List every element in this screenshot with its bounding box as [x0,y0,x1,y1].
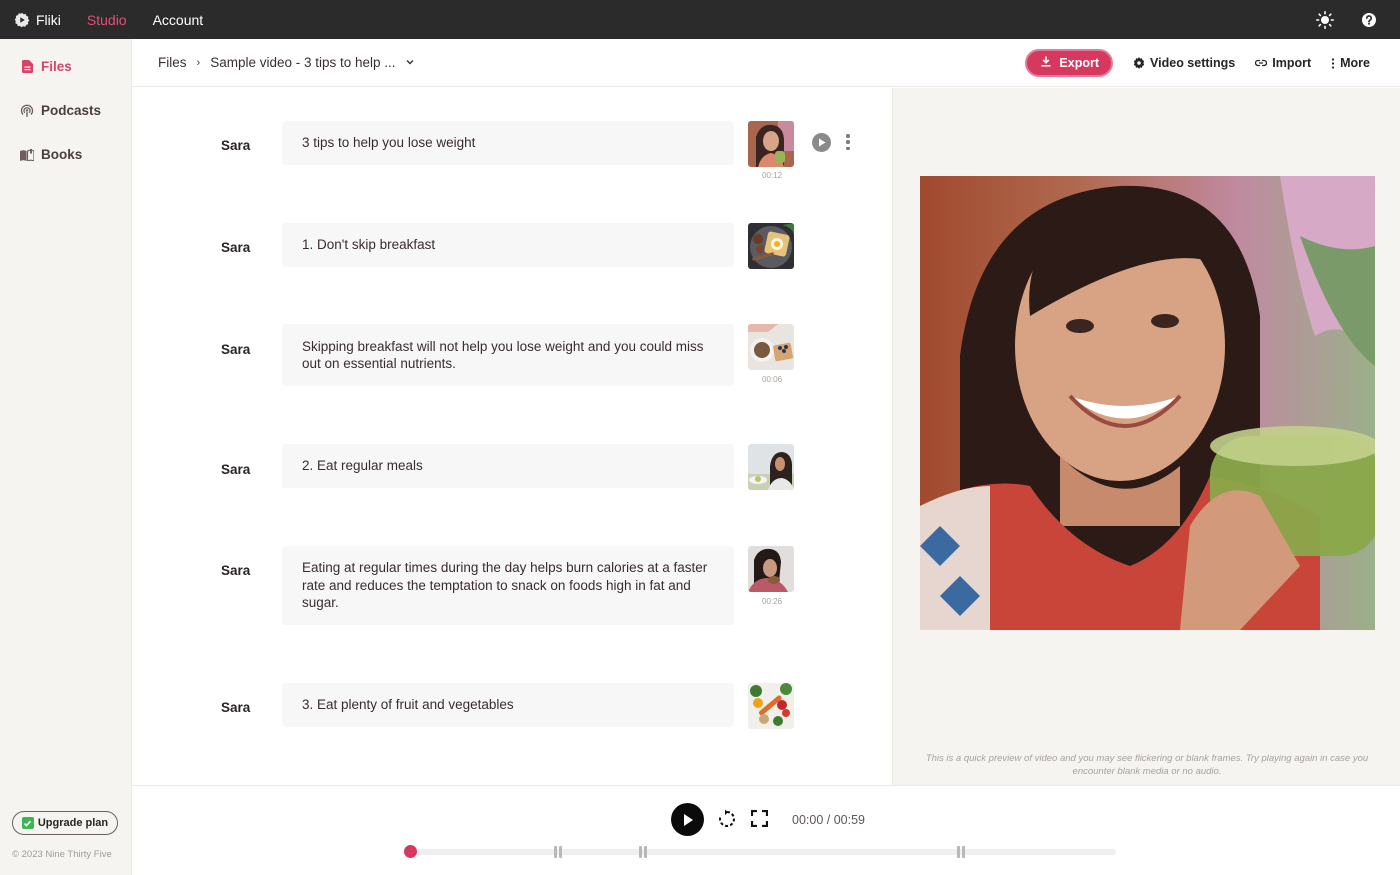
scene-media-thumbnail[interactable] [748,223,794,269]
upgrade-plan-button[interactable]: Upgrade plan [12,811,118,835]
scene-duration: 00:06 [762,375,783,384]
app-name: Fliki [36,11,61,28]
replay-button[interactable] [717,809,737,829]
upgrade-plan-label: Upgrade plan [37,817,109,829]
top-navbar: Fliki Studio Account [0,0,1400,39]
scene-media-thumbnail[interactable] [748,324,794,370]
play-icon [683,813,693,826]
playback-time: 00:00 / 00:59 [792,813,865,827]
scene-more-button[interactable] [844,134,852,150]
chevron-down-icon[interactable] [406,57,414,68]
scene-duration: 00:12 [762,171,783,180]
import-label: Import [1272,56,1312,70]
breadcrumb: Files › Sample video - 3 tips to help ..… [158,55,414,70]
timeline-track[interactable] [404,845,1116,858]
podcast-icon [20,104,34,118]
fullscreen-button[interactable] [750,809,769,828]
scene-text-input[interactable]: Eating at regular times during the day h… [282,546,734,625]
scene-duration: 00:26 [762,597,783,606]
speaker-label[interactable]: Sara [221,240,250,255]
editor-toolbar: Files › Sample video - 3 tips to help ..… [132,39,1400,87]
video-preview-pane: This is a quick preview of video and you… [892,88,1400,785]
video-settings-label: Video settings [1150,56,1236,70]
gear-icon [1133,57,1145,69]
fliki-logo-icon [14,12,30,27]
scene-text-input[interactable]: Skipping breakfast will not help you los… [282,324,734,386]
scene-marker[interactable] [554,846,563,858]
speaker-label[interactable]: Sara [221,462,250,477]
check-icon [21,817,34,829]
speaker-label[interactable]: Sara [221,138,250,153]
scene-marker[interactable] [638,846,647,858]
scene-text-input[interactable]: 2. Eat regular meals [282,444,734,488]
player-controls: 00:00 / 00:59 [132,785,1400,875]
scene-text-input[interactable]: 3. Eat plenty of fruit and vegetables [282,683,734,727]
scene-text-input[interactable]: 3 tips to help you lose weight [282,121,734,165]
sidebar-item-label: Books [41,147,83,162]
video-settings-button[interactable]: Video settings [1133,56,1235,70]
sidebar-item-label: Podcasts [41,103,102,118]
scene-list: Sara 3 tips to help you lose weight 00:1… [132,88,892,785]
sidebar: Files Podcasts Books Upgrade plan © 2023… [0,39,132,875]
playhead-handle[interactable] [404,845,417,858]
replay-icon [719,809,735,827]
scene-play-button[interactable] [812,133,831,152]
copyright: © 2023 Nine Thirty Five [12,849,112,860]
sidebar-item-label: Files [41,59,72,74]
video-preview-frame[interactable] [920,176,1375,630]
scene-media-thumbnail[interactable] [748,121,794,167]
sidebar-item-podcasts[interactable]: Podcasts [20,103,101,118]
more-vertical-icon [1331,57,1335,69]
speaker-label[interactable]: Sara [221,700,250,715]
app-logo[interactable]: Fliki [14,12,61,28]
speaker-label[interactable]: Sara [221,563,250,578]
scene-media-thumbnail[interactable] [748,444,794,490]
link-icon [1255,59,1268,67]
speaker-label[interactable]: Sara [221,342,250,357]
sidebar-item-books[interactable]: Books [20,147,82,162]
import-button[interactable]: Import [1255,56,1311,70]
book-icon [20,148,34,162]
scene-media-thumbnail[interactable] [748,546,794,592]
breadcrumb-files[interactable]: Files [158,55,187,70]
file-icon [20,60,34,74]
export-button[interactable]: Export [1025,49,1114,77]
more-label: More [1340,56,1370,70]
sun-icon[interactable] [1316,10,1334,29]
download-icon [1041,56,1051,70]
more-button[interactable]: More [1331,56,1370,70]
nav-account[interactable]: Account [153,12,204,28]
fullscreen-icon [750,809,769,828]
scene-media-thumbnail[interactable] [748,683,794,729]
chevron-right-icon: › [196,56,201,69]
help-icon[interactable] [1360,11,1378,29]
sidebar-item-files[interactable]: Files [20,59,72,74]
breadcrumb-current: Sample video - 3 tips to help ... [210,55,396,70]
nav-studio[interactable]: Studio [87,12,127,28]
scene-marker[interactable] [956,846,965,858]
export-label: Export [1059,56,1100,70]
play-button[interactable] [671,803,704,836]
preview-disclaimer: This is a quick preview of video and you… [925,753,1369,777]
scene-text-input[interactable]: 1. Don't skip breakfast [282,223,734,267]
